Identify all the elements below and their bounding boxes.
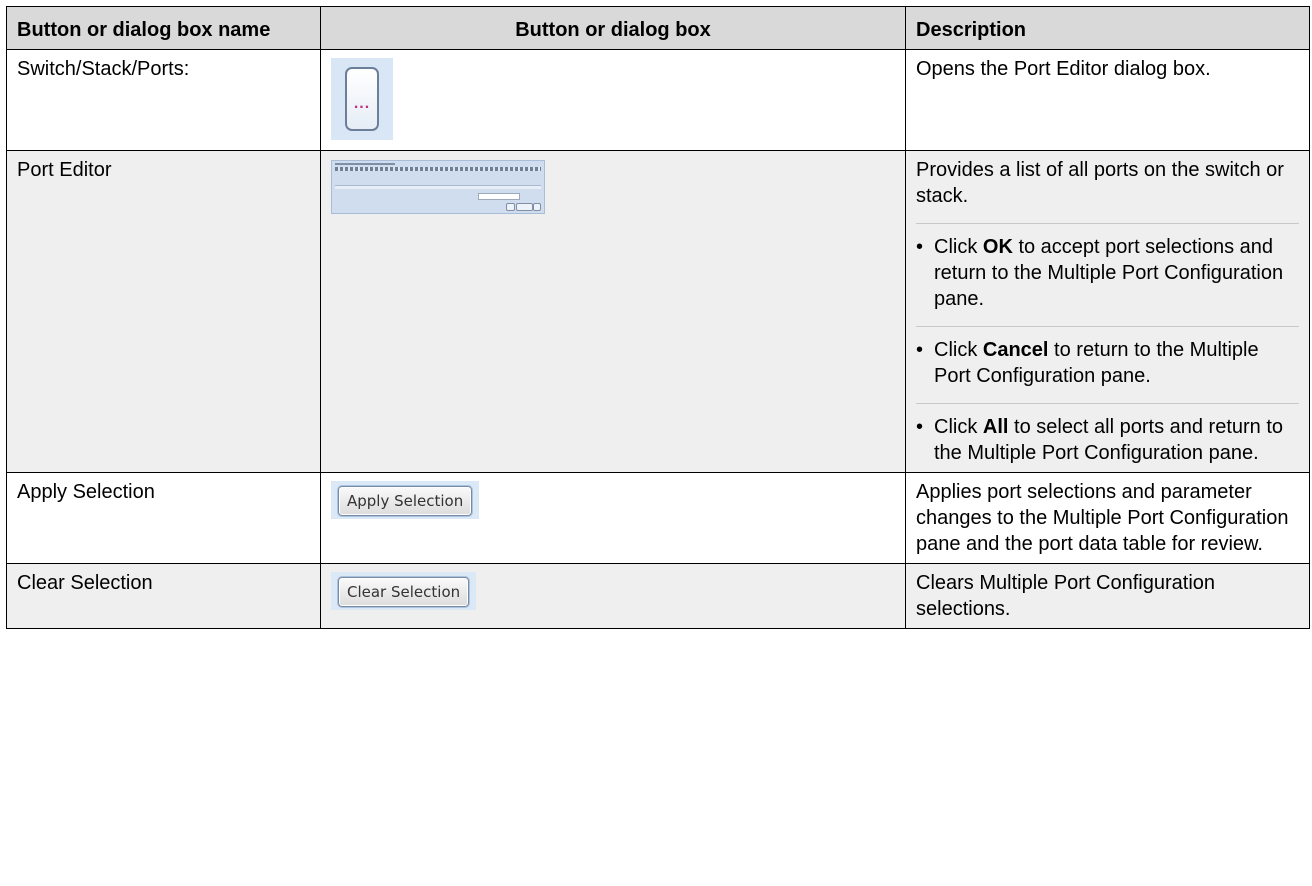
ok-button-thumb <box>506 203 515 211</box>
header-description: Description <box>905 6 1310 50</box>
table-row: Clear Selection Clear Selection Clears M… <box>6 563 1310 629</box>
table-header-row: Button or dialog box name Button or dial… <box>6 6 1310 50</box>
row-image-cell: ... <box>320 49 906 151</box>
bullet-icon: • <box>916 236 924 258</box>
description-text: Applies port selections and parameter ch… <box>916 481 1289 555</box>
ellipsis-icon: ... <box>345 67 379 131</box>
bullet-icon: • <box>916 339 924 361</box>
clear-selection-button[interactable]: Clear Selection <box>338 577 470 607</box>
ellipsis-button-image: ... <box>331 58 393 140</box>
row-description: Applies port selections and parameter ch… <box>905 472 1310 564</box>
bullet-text: Click <box>934 236 983 258</box>
description-text: Opens the Port Editor dialog box. <box>916 58 1211 80</box>
header-button: Button or dialog box <box>320 6 906 50</box>
bullet-icon: • <box>916 416 924 438</box>
bullet-text: Click <box>934 416 983 438</box>
bullet-bold: All <box>982 416 1009 438</box>
bullet-text: Click <box>934 339 983 361</box>
row-description: Opens the Port Editor dialog box. <box>905 49 1310 151</box>
row-description: Clears Multiple Port Configuration selec… <box>905 563 1310 629</box>
row-name: Clear Selection <box>6 563 321 629</box>
dialog-title-bar <box>335 163 395 165</box>
port-checkbox-strip <box>335 167 541 171</box>
apply-selection-button[interactable]: Apply Selection <box>338 486 473 516</box>
bullet-bold: OK <box>982 236 1013 258</box>
port-editor-dialog-thumbnail <box>331 160 545 214</box>
row-image-cell <box>320 150 906 473</box>
row-description: Provides a list of all ports on the swit… <box>905 150 1310 473</box>
row-image-cell: Clear Selection <box>320 563 906 629</box>
clear-selection-image: Clear Selection <box>331 572 477 610</box>
header-name: Button or dialog box name <box>6 6 321 50</box>
row-name: Port Editor <box>6 150 321 473</box>
bullet-item: • Click OK to accept port selections and… <box>916 223 1299 312</box>
bullet-item: • Click Cancel to return to the Multiple… <box>916 326 1299 389</box>
row-image-cell: Apply Selection <box>320 472 906 564</box>
row-name: Apply Selection <box>6 472 321 564</box>
table-row: Switch/Stack/Ports: ... Opens the Port E… <box>6 49 1310 151</box>
apply-selection-image: Apply Selection <box>331 481 480 519</box>
bullet-bold: Cancel <box>982 339 1049 361</box>
table-row: Port Editor Provides a list of all ports… <box>6 150 1310 473</box>
bullet-item: • Click All to select all ports and retu… <box>916 403 1299 466</box>
description-text: Clears Multiple Port Configuration selec… <box>916 572 1216 620</box>
dialog-field <box>478 193 520 200</box>
cancel-button-thumb <box>516 203 533 211</box>
button-description-table: Button or dialog box name Button or dial… <box>6 6 1310 629</box>
dialog-divider <box>335 185 541 189</box>
all-button-thumb <box>533 203 541 211</box>
description-text: Provides a list of all ports on the swit… <box>916 159 1284 207</box>
ellipsis-label: ... <box>353 95 371 112</box>
row-name: Switch/Stack/Ports: <box>6 49 321 151</box>
table-row: Apply Selection Apply Selection Applies … <box>6 472 1310 564</box>
